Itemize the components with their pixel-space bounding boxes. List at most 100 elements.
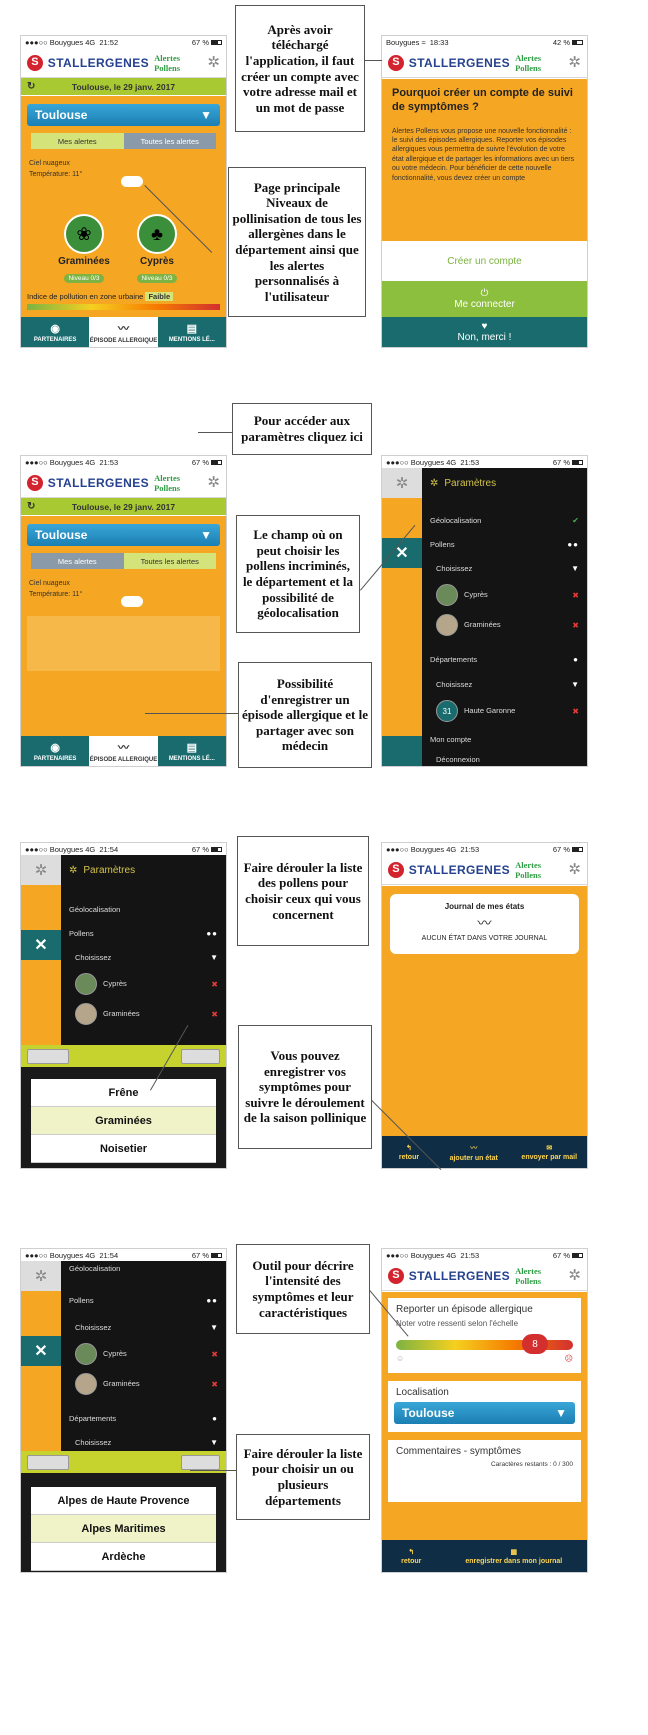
gear-icon: ✲: [430, 477, 439, 489]
remove-icon: ✖: [572, 590, 579, 600]
tab-my-alerts[interactable]: Mes alertes: [31, 553, 124, 569]
callout-intensity: Outil pour décrire l'intensité des sympt…: [236, 1244, 370, 1334]
pollens-row[interactable]: Pollens ●●: [61, 1285, 226, 1315]
close-icon[interactable]: ✕: [382, 538, 422, 568]
pollen-select[interactable]: Choisissez ▼: [61, 945, 226, 969]
refresh-icon[interactable]: ↻: [27, 81, 35, 92]
nav-mentions[interactable]: ▤ MENTIONS LÉ...: [157, 736, 226, 766]
happy-face-icon: ☺: [396, 1354, 405, 1363]
gear-icon[interactable]: ✲: [568, 1268, 581, 1283]
no-thanks-button[interactable]: ♥ Non, merci !: [382, 317, 587, 347]
pollution-index: Indice de pollution en zone urbaine Faib…: [27, 292, 220, 310]
city-select[interactable]: Toulouse ▼: [27, 524, 220, 546]
screen-pollen-picker: ●●●○○ Bouygues 4G 21:54 67 % ✲ ✕ ✲ Paramèt…: [20, 842, 227, 1169]
account-row[interactable]: Mon compte: [422, 726, 587, 752]
chevron-down-icon: ▼: [200, 528, 212, 542]
gear-icon[interactable]: ✲: [21, 855, 61, 885]
logo-icon: S: [388, 54, 404, 71]
nav-partners[interactable]: ◉ PARTENAIRES: [21, 317, 90, 347]
pollen-graminees[interactable]: Graminées ✖: [61, 1369, 226, 1399]
tab-my-alerts[interactable]: Mes alertes: [31, 133, 124, 149]
picker-option[interactable]: Alpes Maritimes: [31, 1515, 216, 1543]
nav-partners[interactable]: ◉ PARTENAIRES: [21, 736, 90, 766]
logo-icon: S: [27, 474, 43, 491]
pollen-graminees[interactable]: Graminées ✖: [61, 999, 226, 1029]
status-bar: ●●●○○ Bouygues 4G 21:53 67 %: [21, 456, 226, 468]
tab-all-alerts[interactable]: Toutes les alertes: [123, 133, 216, 149]
check-icon: ✔: [572, 515, 579, 525]
nav-episode[interactable]: 〰 ÉPISODE ALLERGIQUE: [89, 317, 158, 347]
logout-row[interactable]: Déconnexion: [422, 752, 587, 766]
comments-card: Commentaires - symptômes Caractères rest…: [388, 1440, 581, 1502]
city-select[interactable]: Toulouse ▼: [27, 104, 220, 126]
wave-icon: 〰: [470, 1144, 478, 1152]
pollen-cypres[interactable]: Cyprès ✖: [61, 969, 226, 999]
gear-icon[interactable]: ✲: [207, 55, 220, 70]
broken-heart-icon: ♥: [481, 321, 488, 332]
close-icon[interactable]: ✕: [21, 1336, 61, 1366]
refresh-icon[interactable]: ↻: [27, 501, 35, 512]
send-mail-button[interactable]: ✉ envoyer par mail: [511, 1136, 587, 1168]
save-journal-button[interactable]: ▦ enregistrer dans mon journal: [441, 1540, 587, 1572]
gear-icon[interactable]: ✲: [568, 55, 581, 70]
choose-button[interactable]: Choisir: [181, 1048, 220, 1064]
bottom-nav: ◉ PARTENAIRES 〰 ÉPISODE ALLERGIQUE ▤ MENTIO…: [21, 317, 226, 347]
picker-option[interactable]: Graminées: [31, 1107, 216, 1135]
cancel-button[interactable]: Annuler: [27, 1048, 69, 1064]
pollen-cypres[interactable]: Cyprès ✖: [422, 580, 587, 610]
add-state-button[interactable]: 〰 ajouter un état: [436, 1136, 512, 1168]
chevron-down-icon: ▼: [571, 563, 579, 573]
rating-card: Reporter un épisode allergique Noter vot…: [388, 1298, 581, 1373]
intensity-slider[interactable]: 8: [396, 1334, 573, 1354]
geoloc-row[interactable]: Géolocalisation: [61, 897, 226, 921]
cancel-button[interactable]: Annuler: [27, 1454, 69, 1470]
pollen-graminees[interactable]: Graminées ✖: [422, 610, 587, 640]
dept-select[interactable]: Choisissez ▼: [422, 672, 587, 696]
pollens-row[interactable]: Pollens ●●: [61, 921, 226, 945]
gear-icon[interactable]: ✲: [21, 1261, 61, 1291]
pollen-cypres[interactable]: Cyprès ✖: [61, 1339, 226, 1369]
plant-cypres[interactable]: ♣ Cyprès Niveau 0/3: [129, 214, 185, 285]
callout-main-page: Page principale Niveaux de pollinisation…: [228, 167, 366, 317]
app-header: S STALLERGENES Alertes Pollens ✲: [382, 855, 587, 885]
picker-option[interactable]: Frêne: [31, 1079, 216, 1107]
geoloc-row[interactable]: Géolocalisation ✔: [422, 508, 587, 532]
nav-mentions[interactable]: ▤ MENTIONS LÉ...: [157, 317, 226, 347]
pollens-row[interactable]: Pollens ●●: [422, 532, 587, 556]
nav-episode[interactable]: 〰 ÉPISODE ALLERGIQUE: [89, 736, 158, 766]
gear-icon[interactable]: ✲: [207, 475, 220, 490]
pollen-select[interactable]: Choisissez ▼: [61, 1315, 226, 1339]
departments-row[interactable]: Départements ●: [61, 1405, 226, 1431]
journal-card: Journal de mes états 〰 AUCUN ÉTAT DANS V…: [390, 894, 579, 954]
gear-icon[interactable]: ✲: [568, 862, 581, 877]
login-button[interactable]: ⏻ Me connecter: [382, 281, 587, 317]
mail-icon: ✉: [546, 1144, 553, 1152]
pollen-select[interactable]: Choisissez ▼: [422, 556, 587, 580]
wave-icon: 〰: [117, 323, 129, 335]
tab-all-alerts[interactable]: Toutes les alertes: [123, 553, 216, 569]
list-icon: ▤: [186, 741, 198, 754]
back-button[interactable]: ↰ retour: [382, 1540, 441, 1572]
back-button[interactable]: ↰ retour: [382, 1136, 436, 1168]
city-select[interactable]: Toulouse ▼: [394, 1402, 575, 1424]
screen-main-2: ●●●○○ Bouygues 4G 21:53 67 % S STALLERGENE…: [20, 455, 227, 767]
close-icon[interactable]: ✕: [21, 930, 61, 960]
choose-button[interactable]: Choisir: [181, 1454, 220, 1470]
calendar-icon: ▦: [510, 1548, 518, 1556]
status-bar: Bouygues ≈ 18:33 42 %: [382, 36, 587, 48]
status-bar: ●●●○○ Bouygues 4G 21:54 67 %: [21, 1249, 226, 1261]
picker-option[interactable]: Alpes de Haute Provence: [31, 1487, 216, 1515]
create-account-button[interactable]: Créer un compte: [382, 241, 587, 281]
picker-option[interactable]: Noisetier: [31, 1135, 216, 1163]
plant-graminees[interactable]: ❀ Graminées Niveau 0/3: [56, 214, 112, 285]
geoloc-row[interactable]: Géolocalisation: [61, 1261, 226, 1275]
callout-episode: Possibilité d'enregistrer un épisode all…: [238, 662, 372, 768]
dept-item[interactable]: 31 Haute Garonne ✖: [422, 696, 587, 726]
slider-knob[interactable]: 8: [522, 1334, 548, 1354]
dept-select[interactable]: Choisissez ▼: [61, 1431, 226, 1453]
departments-row[interactable]: Départements ●: [422, 646, 587, 672]
picker-option[interactable]: Ardèche: [31, 1543, 216, 1571]
cypres-icon: ♣: [137, 214, 177, 254]
gear-icon[interactable]: ✲: [382, 468, 422, 498]
app-header: S STALLERGENES Alertes Pollens ✲: [382, 1261, 587, 1291]
